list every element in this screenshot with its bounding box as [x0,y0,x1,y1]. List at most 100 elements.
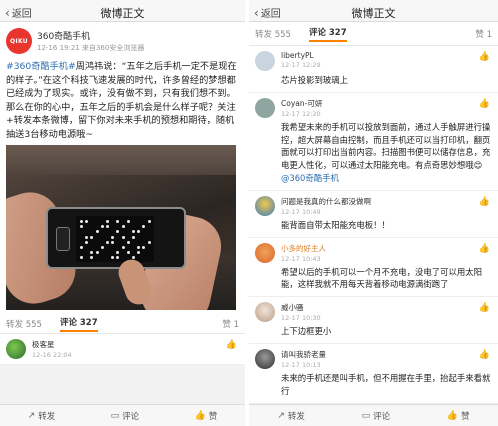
screen-dot [116,251,120,255]
screen-dot [111,240,115,244]
comment-icon: ▭ [110,410,120,421]
comment-label: 评论 [122,411,140,422]
back-label: 返回 [260,9,281,20]
hashtag-link[interactable]: #360奇酷手机# [6,61,76,72]
like-button[interactable]: 👍 赞 [447,410,470,422]
screen-dot [111,256,115,260]
right-screen: ‹ 返回 微博正文 转发 555 评论 327 赞 1 libertyPL 12… [249,0,498,426]
like-icon[interactable]: 👍 [226,340,237,350]
comment-author[interactable]: 请叫我骄老量 [281,349,326,360]
page-title: 微博正文 [100,7,145,20]
comment-time: 12-17 12:29 [281,61,321,69]
like-button[interactable]: 👍 赞 [195,410,218,422]
like-icon[interactable]: 👍 [479,244,490,254]
comment-author[interactable]: 威小骚 [281,302,321,313]
comment-text: 能背面自带太阳能充电板！！ [281,219,390,230]
chevron-left-icon: ‹ [5,5,10,20]
screen-dot [132,235,135,239]
screen-dot [137,246,141,249]
tab-repost[interactable]: 转发 555 [6,318,42,330]
avatar[interactable] [255,195,275,216]
smile-emoji-icon: 😊 [473,160,483,171]
comment-text: 未来的手机还是叫手机，但不用握在手里，抬起手来看就行 [281,372,491,396]
comment-author[interactable]: 问题是我真的什么都没做啊 [281,196,371,207]
post-body: 周鸿祎说：“五年之后手机一定不是现在的样子。”在这个科技飞速发展的时代，许多曾经… [6,61,237,140]
post-meta: 12-16 19:21 来自360安全浏览器 [37,44,145,52]
comment-label: 评论 [373,411,391,422]
comment-list: libertyPL 12-17 12:29 芯片投影到玻璃上 👍 Coyan-可… [249,46,498,404]
comment-item: 请叫我骄老量 12-17 10:13 未来的手机还是叫手机，但不用握在手里，抬起… [249,343,498,404]
screen-dot [85,240,89,244]
comment-icon: ▭ [361,410,371,421]
like-icon[interactable]: 👍 [479,197,490,207]
like-icon[interactable]: 👍 [479,303,490,313]
back-label: 返回 [11,9,32,20]
tab-like[interactable]: 赞 1 [475,28,492,40]
screen-dot [80,225,83,229]
screen-dot [106,225,109,229]
emoji-text: ~ [85,128,94,140]
screen-dot [106,220,109,223]
back-button[interactable]: ‹ 返回 [5,5,32,21]
image-phone-knob [56,227,70,251]
tab-repost[interactable]: 转发 555 [255,28,291,40]
repost-label: 转发 [287,411,305,422]
screen-dot [121,246,125,249]
comment-text: 上下边框更小 [281,326,332,337]
comment-button[interactable]: ▭ 评论 [362,410,391,422]
avatar[interactable] [255,302,275,323]
author-name[interactable]: 360奇酷手机 [37,29,144,42]
tab-like[interactable]: 赞 1 [222,318,239,330]
avatar[interactable]: QIKU [6,28,32,54]
screen-dot [95,230,99,234]
back-button[interactable]: ‹ 返回 [254,5,281,21]
interaction-tabs: 转发 555 评论 327 赞 1 [249,22,498,46]
repost-icon: ↗ [27,410,36,421]
image-background [6,145,236,175]
comment-time: 12-17 10:30 [281,314,321,323]
comment-author[interactable]: libertyPL [281,51,321,60]
mention-link[interactable]: @360奇酷手机 [281,173,339,183]
comment-time: 12-17 10:43 [281,254,321,263]
comment-author[interactable]: Coyan-可妍 [281,98,322,109]
comment-button[interactable]: ▭ 评论 [111,410,140,422]
left-screen: ‹ 返回 微博正文 QIKU 360奇酷手机 12-16 19:21 来自360… [0,0,245,426]
screen-dot [90,251,94,255]
avatar[interactable] [255,348,275,369]
comment-author[interactable]: 极客星 [32,339,72,350]
avatar[interactable] [255,242,275,263]
screen-dot [106,240,109,244]
screen-dot [137,230,141,234]
screen-dot [147,220,151,223]
comment-time: 12-17 10:49 [281,207,321,216]
screen-dot [126,240,130,244]
top-bar: ‹ 返回 微博正文 [249,0,498,22]
screen-dot [121,235,125,239]
comment-text: 我希望未来的手机可以投放到面前，通过人手触屏进行操控，超大屏幕自由控制，而且手机… [255,121,492,185]
screen-dot [90,256,94,260]
post-image[interactable] [6,145,236,310]
repost-button[interactable]: ↗ 转发 [28,410,56,422]
avatar[interactable] [255,97,275,118]
tab-comment[interactable]: 评论 327 [59,316,98,332]
avatar[interactable] [6,339,26,359]
post-author[interactable]: QIKU 360奇酷手机 12-16 19:21 来自360安全浏览器 [6,28,239,54]
bottom-action-bar: ↗ 转发 ▭ 评论 👍 赞 [249,404,498,426]
screen-dot [121,225,125,229]
tab-comment[interactable]: 评论 327 [308,26,347,42]
screen-dot [116,220,120,223]
avatar[interactable] [255,51,275,71]
like-icon[interactable]: 👍 [479,350,490,360]
repost-button[interactable]: ↗ 转发 [277,410,305,422]
screen-dot [100,225,104,229]
like-label: 赞 [208,411,218,422]
like-icon[interactable]: 👍 [479,52,490,62]
screen-dot [80,256,83,260]
like-icon[interactable]: 👍 [479,99,490,109]
thumb-up-icon: 👍 [194,410,206,421]
comment-author[interactable]: 小多的好主人 [281,243,326,254]
screen-dot [90,235,94,239]
thumb-up-icon: 👍 [446,410,459,421]
top-bar: ‹ 返回 微博正文 [0,0,245,22]
screen-dot [142,246,146,249]
